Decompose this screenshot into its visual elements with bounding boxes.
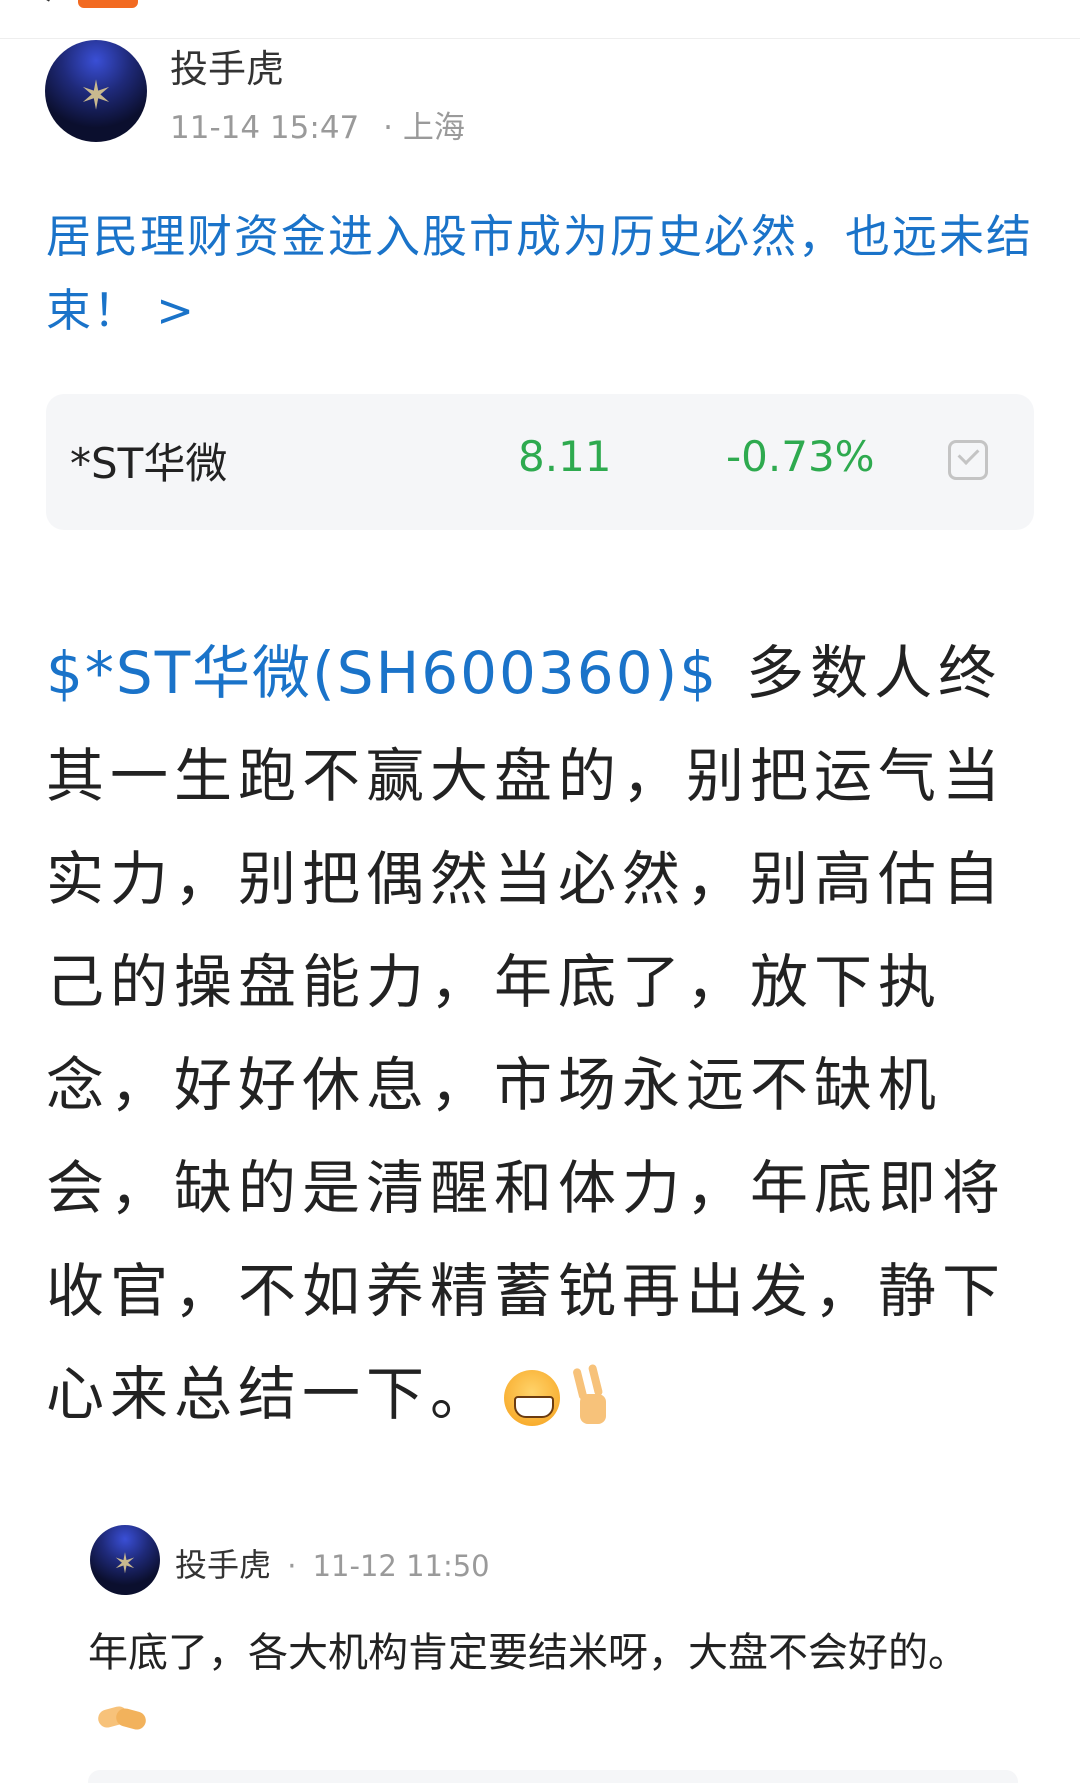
back-icon[interactable] <box>46 0 63 7</box>
reply-text: 年底了，各大机构肯定要结米呀，大盘不会好的。 <box>88 1622 988 1746</box>
next-card-edge <box>88 1770 1018 1783</box>
reply-time: 11-12 11:50 <box>312 1549 490 1583</box>
post-title-link[interactable]: 居民理财资金进入股市成为历史必然，也远未结束！ > <box>46 200 1036 348</box>
victory-hand-icon <box>566 1368 614 1428</box>
reply-time-separator: · <box>287 1549 297 1583</box>
stock-card[interactable]: *ST华微 8.11 -0.73% <box>46 394 1034 530</box>
post-meta: 11-14 15:47 · 上海 <box>170 102 465 147</box>
stock-tag-link[interactable]: $*ST华微(SH600360)$ <box>46 639 718 707</box>
handshake-icon <box>98 1702 148 1732</box>
starfish-icon: ✶ <box>79 73 113 120</box>
stock-price: 8.11 <box>518 432 612 481</box>
grinning-face-icon <box>504 1369 561 1426</box>
stock-change: -0.73% <box>726 432 875 481</box>
stock-name: *ST华微 <box>70 439 228 488</box>
author-avatar[interactable]: ✶ <box>45 40 147 142</box>
post-detail-page: ✶ 投手虎 11-14 15:47 · 上海 居民理财资金进入股市成为历史必然，… <box>0 0 1080 1783</box>
post-time: 11-14 15:47 <box>170 110 360 146</box>
reply-body: 年底了，各大机构肯定要结米呀，大盘不会好的。 <box>88 1630 968 1676</box>
top-bar-partial <box>0 0 1080 39</box>
watchlist-check-icon[interactable] <box>948 440 988 480</box>
author-name[interactable]: 投手虎 <box>170 38 284 93</box>
starfish-icon: ✶ <box>113 1546 137 1580</box>
brand-badge <box>78 0 138 8</box>
post-body: $*ST华微(SH600360)$ 多数人终其一生跑不赢大盘的，别把运气当实力，别… <box>46 622 1036 1446</box>
post-location: 上海 <box>402 110 465 146</box>
reply-author-avatar[interactable]: ✶ <box>90 1525 160 1595</box>
reply-header: 投手虎 · 11-12 11:50 <box>175 1540 490 1586</box>
reply-author-name[interactable]: 投手虎 <box>175 1546 271 1584</box>
post-body-text: 多数人终其一生跑不赢大盘的，别把运气当实力，别把偶然当必然，别高估自己的操盘能力… <box>46 639 1007 1428</box>
location-separator: · <box>383 110 393 146</box>
